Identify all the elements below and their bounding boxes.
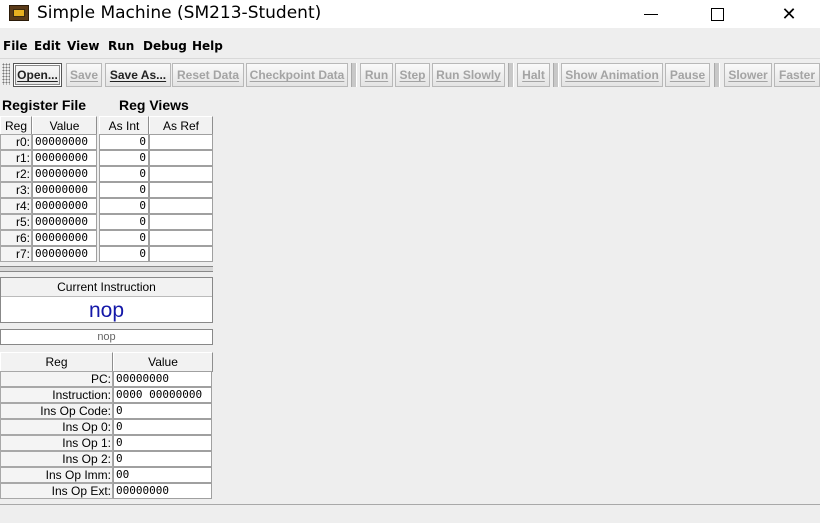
register-as-ref[interactable]	[149, 198, 213, 214]
toolbar-separator	[351, 63, 357, 87]
register-value[interactable]: 00000000	[32, 214, 97, 230]
reset-data-button[interactable]: Reset Data	[172, 63, 244, 87]
register-value[interactable]: 00000000	[32, 246, 97, 262]
menu-bar: File Edit View Run Debug Help	[0, 37, 820, 55]
open-button[interactable]: Open...	[13, 63, 62, 87]
close-icon: ✕	[781, 3, 797, 25]
register-file-title: Register File	[2, 97, 87, 113]
cpu-register-label: Ins Op Imm:	[0, 467, 113, 483]
register-as-int[interactable]: 0	[99, 150, 149, 166]
menu-view[interactable]: View	[67, 39, 99, 53]
register-label: r1:	[0, 150, 32, 166]
pause-button[interactable]: Pause	[665, 63, 710, 87]
cpu-register-value[interactable]: 00	[113, 467, 212, 483]
slower-button[interactable]: Slower	[724, 63, 772, 87]
step-button[interactable]: Step	[395, 63, 430, 87]
column-header-as-ref[interactable]: As Ref	[149, 116, 213, 136]
cpu-register-label: Ins Op 2:	[0, 451, 113, 467]
minimize-button[interactable]	[628, 0, 674, 28]
register-as-ref[interactable]	[149, 182, 213, 198]
maximize-button[interactable]	[694, 0, 740, 28]
column-header-as-int[interactable]: As Int	[99, 116, 149, 136]
register-as-ref[interactable]	[149, 150, 213, 166]
halt-button[interactable]: Halt	[517, 63, 550, 87]
register-value[interactable]: 00000000	[32, 150, 97, 166]
status-bar-divider	[0, 504, 820, 505]
register-as-int[interactable]: 0	[99, 166, 149, 182]
register-as-int[interactable]: 0	[99, 230, 149, 246]
register-value[interactable]: 00000000	[32, 198, 97, 214]
show-animation-button[interactable]: Show Animation	[561, 63, 663, 87]
title-bar: Simple Machine (SM213-Student) ✕	[0, 0, 820, 28]
menu-edit[interactable]: Edit	[34, 39, 61, 53]
cpu-register-label: Ins Op 1:	[0, 435, 113, 451]
register-label: r2:	[0, 166, 32, 182]
window-title: Simple Machine (SM213-Student)	[37, 3, 322, 23]
register-value[interactable]: 00000000	[32, 182, 97, 198]
register-as-ref[interactable]	[149, 134, 213, 150]
cpu-register-value[interactable]: 0	[113, 403, 212, 419]
column-header-value[interactable]: Value	[32, 116, 97, 136]
cpu-register-label: Ins Op Ext:	[0, 483, 113, 499]
register-label: r7:	[0, 246, 32, 262]
register-value[interactable]: 00000000	[32, 230, 97, 246]
register-as-int[interactable]: 0	[99, 134, 149, 150]
column-header-reg[interactable]: Reg	[0, 116, 32, 136]
register-label: r5:	[0, 214, 32, 230]
maximize-icon	[710, 7, 724, 21]
register-label: r3:	[0, 182, 32, 198]
cpu-register-label: Instruction:	[0, 387, 113, 403]
register-as-int[interactable]: 0	[99, 246, 149, 262]
minimize-icon	[644, 13, 658, 15]
toolbar: Open... Save Save As... Reset Data Check…	[0, 58, 820, 88]
register-as-int[interactable]: 0	[99, 214, 149, 230]
cpu-register-value[interactable]: 0	[113, 435, 212, 451]
cpu-register-label: Ins Op Code:	[0, 403, 113, 419]
register-as-ref[interactable]	[149, 214, 213, 230]
split-pane-divider[interactable]	[0, 266, 213, 272]
cpu-register-value[interactable]: 0000 00000000	[113, 387, 212, 403]
faster-button[interactable]: Faster	[774, 63, 820, 87]
run-button[interactable]: Run	[360, 63, 393, 87]
register-value[interactable]: 00000000	[32, 166, 97, 182]
cpu-register-label: PC:	[0, 371, 113, 387]
cpu-register-value[interactable]: 0	[113, 419, 212, 435]
menu-help[interactable]: Help	[192, 39, 223, 53]
cpu-register-value[interactable]: 00000000	[113, 483, 212, 499]
current-instruction-panel: Current Instruction nop	[0, 277, 213, 323]
toolbar-separator	[553, 63, 559, 87]
register-as-ref[interactable]	[149, 166, 213, 182]
toolbar-separator	[714, 63, 720, 87]
current-instruction-detail: nop	[0, 329, 213, 345]
current-instruction-value: nop	[88, 299, 125, 322]
toolbar-grip-icon[interactable]	[2, 63, 10, 85]
register-value[interactable]: 00000000	[32, 134, 97, 150]
cpu-register-value[interactable]: 0	[113, 451, 212, 467]
close-button[interactable]: ✕	[766, 0, 812, 28]
save-as-button[interactable]: Save As...	[105, 63, 171, 87]
menu-debug[interactable]: Debug	[143, 39, 187, 53]
app-icon	[9, 5, 29, 21]
register-label: r6:	[0, 230, 32, 246]
register-as-ref[interactable]	[149, 246, 213, 262]
reg-views-title: Reg Views	[119, 97, 189, 113]
menu-run[interactable]: Run	[108, 39, 134, 53]
register-label: r0:	[0, 134, 32, 150]
cpu-register-label: Ins Op 0:	[0, 419, 113, 435]
menu-file[interactable]: File	[3, 39, 28, 53]
checkpoint-data-button[interactable]: Checkpoint Data	[246, 63, 348, 87]
register-as-int[interactable]: 0	[99, 198, 149, 214]
save-button[interactable]: Save	[66, 63, 102, 87]
current-instruction-header: Current Instruction	[1, 278, 212, 297]
toolbar-separator	[508, 63, 514, 87]
register-as-int[interactable]: 0	[99, 182, 149, 198]
cpu-register-value[interactable]: 00000000	[113, 371, 212, 387]
cpu-column-header-value[interactable]: Value	[113, 352, 213, 372]
register-as-ref[interactable]	[149, 230, 213, 246]
cpu-column-header-reg[interactable]: Reg	[0, 352, 113, 372]
run-slowly-button[interactable]: Run Slowly	[432, 63, 505, 87]
register-label: r4:	[0, 198, 32, 214]
